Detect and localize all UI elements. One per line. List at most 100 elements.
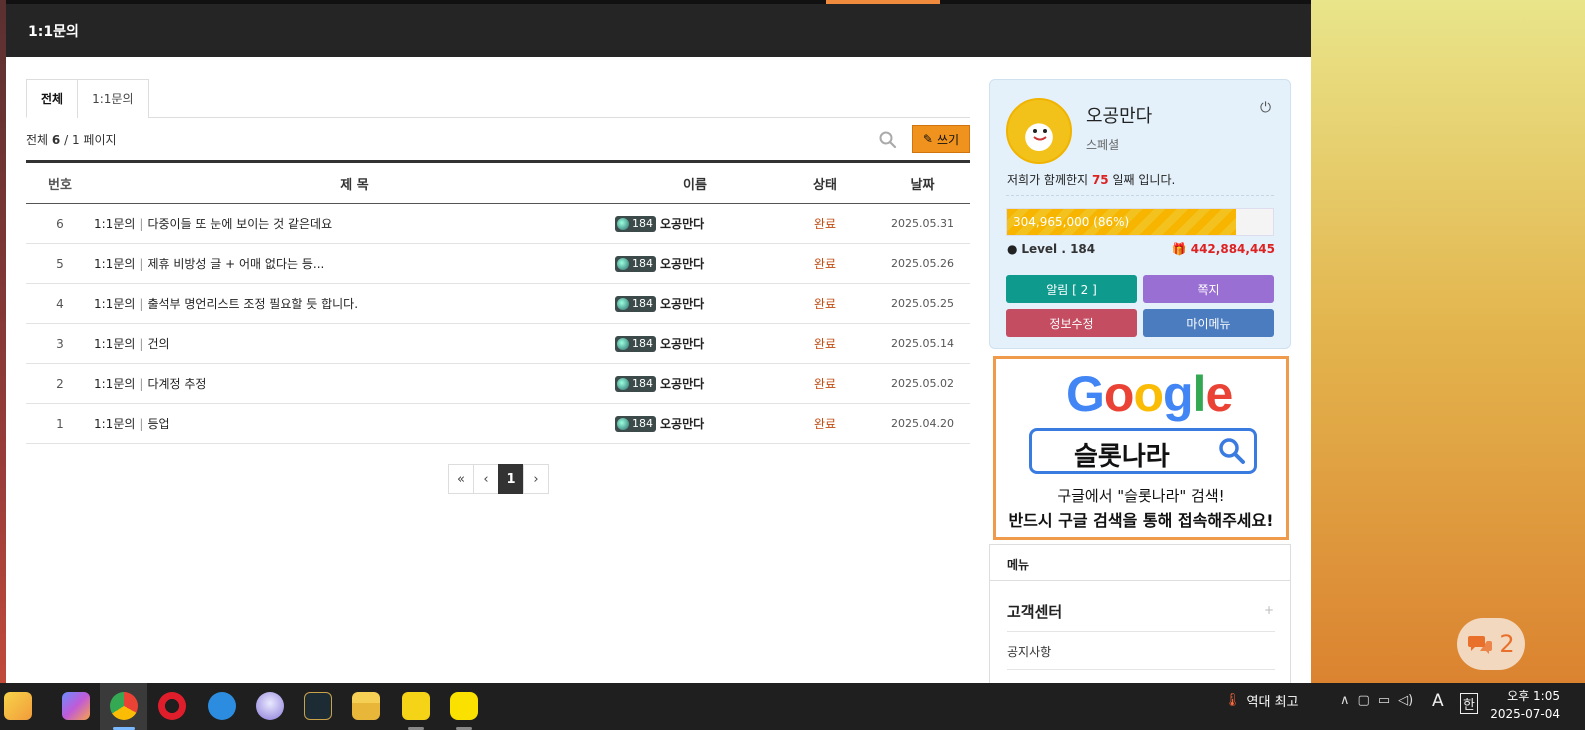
- row-subject[interactable]: 1:1문의 | 등업: [94, 403, 615, 444]
- my-menu-button[interactable]: 마이메뉴: [1143, 309, 1274, 337]
- row-author[interactable]: 184 오공만다: [615, 323, 775, 364]
- banner-search-box: 슬롯나라: [1029, 428, 1257, 474]
- row-subject[interactable]: 1:1문의 | 제휴 비방성 글 + 어매 없다는 등...: [94, 243, 615, 284]
- avatar[interactable]: [1006, 98, 1072, 164]
- page-current[interactable]: 1: [498, 464, 524, 494]
- row-date: 2025.05.31: [875, 203, 970, 244]
- row-author[interactable]: 184 오공만다: [615, 363, 775, 404]
- tab-all[interactable]: 전체: [26, 79, 79, 118]
- level-gem-icon: [617, 257, 629, 270]
- copilot-app-icon[interactable]: [62, 692, 90, 720]
- row-separator: |: [139, 377, 144, 391]
- sticky-notes-icon[interactable]: [402, 692, 430, 720]
- table-row[interactable]: 1 1:1문의 | 등업 184 오공만다 완료 2025.04.20: [26, 403, 970, 444]
- row-subject[interactable]: 1:1문의 | 출석부 명언리스트 조정 필요할 듯 합니다.: [94, 283, 615, 324]
- profile-buttons: 알림 [ 2 ] 쪽지 정보수정 마이메뉴: [1006, 275, 1274, 337]
- row-title[interactable]: 다중이들 또 눈에 보이는 것 같은데요: [147, 217, 332, 231]
- memo-button[interactable]: 쪽지: [1143, 275, 1274, 303]
- row-subject[interactable]: 1:1문의 | 다계정 추정: [94, 363, 615, 404]
- google-logo: Google: [1066, 366, 1233, 422]
- row-author[interactable]: 184 오공만다: [615, 243, 775, 284]
- row-subject[interactable]: 1:1문의 | 다중이들 또 눈에 보이는 것 같은데요: [94, 203, 615, 244]
- page-prev-button[interactable]: ‹: [473, 464, 499, 494]
- mushroom-app-icon[interactable]: [256, 692, 284, 720]
- tab-inquiry[interactable]: 1:1문의: [77, 79, 149, 118]
- search-icon[interactable]: [878, 130, 898, 150]
- weather-widget[interactable]: 🌡 역대 최고: [1224, 691, 1299, 710]
- logout-power-icon[interactable]: ⏻: [1260, 100, 1271, 116]
- weather-text: 역대 최고: [1246, 695, 1299, 710]
- write-button[interactable]: ✎ 쓰기: [912, 125, 970, 153]
- chevron-up-icon[interactable]: ∧: [1340, 693, 1350, 708]
- row-title[interactable]: 다계정 추정: [147, 377, 206, 391]
- row-date: 2025.05.14: [875, 323, 970, 364]
- author-name[interactable]: 오공만다: [660, 297, 704, 311]
- level-number: 184: [632, 297, 653, 310]
- row-separator: |: [139, 257, 144, 271]
- table-row[interactable]: 5 1:1문의 | 제휴 비방성 글 + 어매 없다는 등... 184 오공만다 완…: [26, 243, 970, 284]
- row-title[interactable]: 제휴 비방성 글 + 어매 없다는 등...: [147, 257, 324, 271]
- row-date: 2025.05.25: [875, 283, 970, 324]
- row-state: 완료: [775, 283, 875, 324]
- table-row[interactable]: 2 1:1문의 | 다계정 추정 184 오공만다 완료 2025.05.02: [26, 363, 970, 404]
- clock-time: 오후 1:05: [1507, 689, 1560, 703]
- level-badge: 184: [615, 375, 656, 392]
- meet-icon[interactable]: ▢: [1358, 693, 1370, 708]
- input-language[interactable]: 한: [1460, 693, 1478, 714]
- level-gem-icon: [617, 337, 629, 350]
- table-row[interactable]: 6 1:1문의 | 다중이들 또 눈에 보이는 것 같은데요 184 오공만다 완료 …: [26, 203, 970, 244]
- menu-divider: [1007, 669, 1275, 670]
- level-number: 184: [632, 377, 653, 390]
- row-number: 6: [26, 203, 94, 244]
- volume-icon[interactable]: ◁): [1398, 693, 1413, 708]
- internet-explorer-icon[interactable]: [208, 692, 236, 720]
- table-row[interactable]: 4 1:1문의 | 출석부 명언리스트 조정 필요할 듯 합니다. 184 오공만다 …: [26, 283, 970, 324]
- row-date: 2025.05.26: [875, 243, 970, 284]
- author-name[interactable]: 오공만다: [660, 257, 704, 271]
- level-badge: 184: [615, 335, 656, 352]
- level-number: 184: [632, 257, 653, 270]
- row-number: 5: [26, 243, 94, 284]
- row-category: 1:1문의: [94, 297, 136, 311]
- author-name[interactable]: 오공만다: [660, 337, 704, 351]
- copilot-sparkle-icon[interactable]: [4, 692, 32, 720]
- league-of-legends-icon[interactable]: [304, 692, 332, 720]
- banner-line2: 반드시 구글 검색을 통해 접속해주세요!: [1008, 511, 1274, 530]
- row-subject[interactable]: 1:1문의 | 건의: [94, 323, 615, 364]
- row-category: 1:1문의: [94, 377, 136, 391]
- page-next-button[interactable]: ›: [523, 464, 549, 494]
- level-gem-icon: [617, 377, 629, 390]
- row-author[interactable]: 184 오공만다: [615, 403, 775, 444]
- author-name[interactable]: 오공만다: [660, 377, 704, 391]
- author-name[interactable]: 오공만다: [660, 417, 704, 431]
- input-mode-a[interactable]: A: [1432, 691, 1444, 711]
- opera-icon[interactable]: [158, 692, 186, 720]
- level-badge: 184: [615, 255, 656, 272]
- file-explorer-icon[interactable]: [352, 692, 380, 720]
- table-row[interactable]: 3 1:1문의 | 건의 184 오공만다 완료 2025.05.14: [26, 323, 970, 364]
- row-number: 4: [26, 283, 94, 324]
- google-search-banner[interactable]: Google 슬롯나라 구글에서 "슬롯나라" 검색! 반드시 구글 검색을 통…: [993, 356, 1289, 540]
- menu-category-support[interactable]: 고객센터: [1007, 601, 1062, 622]
- kakaotalk-icon[interactable]: [450, 692, 478, 720]
- author-name[interactable]: 오공만다: [660, 217, 704, 231]
- page-first-button[interactable]: «: [448, 464, 474, 494]
- post-count-summary: 전체 6 / 1 페이지: [26, 131, 117, 148]
- row-author[interactable]: 184 오공만다: [615, 283, 775, 324]
- row-title[interactable]: 출석부 명언리스트 조정 필요할 듯 합니다.: [147, 297, 358, 311]
- expand-plus-icon[interactable]: +: [1264, 603, 1274, 617]
- row-author[interactable]: 184 오공만다: [615, 203, 775, 244]
- clock[interactable]: 오후 1:05 2025-07-04: [1490, 687, 1560, 723]
- level-number: 184: [632, 337, 653, 350]
- chat-button[interactable]: 2: [1457, 618, 1525, 670]
- row-title[interactable]: 건의: [147, 337, 169, 351]
- network-icon[interactable]: ▭: [1378, 693, 1390, 708]
- membership-days: 저희가 함께한지 75 일째 입니다.: [1007, 171, 1175, 188]
- edit-info-button[interactable]: 정보수정: [1006, 309, 1137, 337]
- menu-item-notice[interactable]: 공지사항: [1007, 643, 1051, 660]
- alarm-button[interactable]: 알림 [ 2 ]: [1006, 275, 1137, 303]
- profile-card: 오공만다 스페셜 ⏻ 저희가 함께한지 75 일째 입니다. 304,965,0…: [989, 79, 1291, 349]
- chrome-icon[interactable]: [110, 692, 138, 720]
- row-title[interactable]: 등업: [147, 417, 169, 431]
- points[interactable]: 🎁 442,884,445: [1172, 242, 1275, 256]
